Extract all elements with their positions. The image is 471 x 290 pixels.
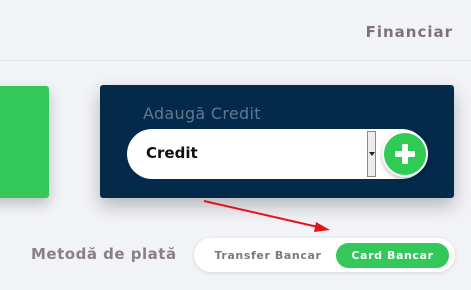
payment-method-label: Metodă de plată [31,245,177,263]
option-card-bancar[interactable]: Card Bancar [336,243,449,268]
payment-method-toggle: Transfer Bancar Card Bancar [194,238,455,272]
option-transfer-bancar[interactable]: Transfer Bancar [203,243,333,268]
